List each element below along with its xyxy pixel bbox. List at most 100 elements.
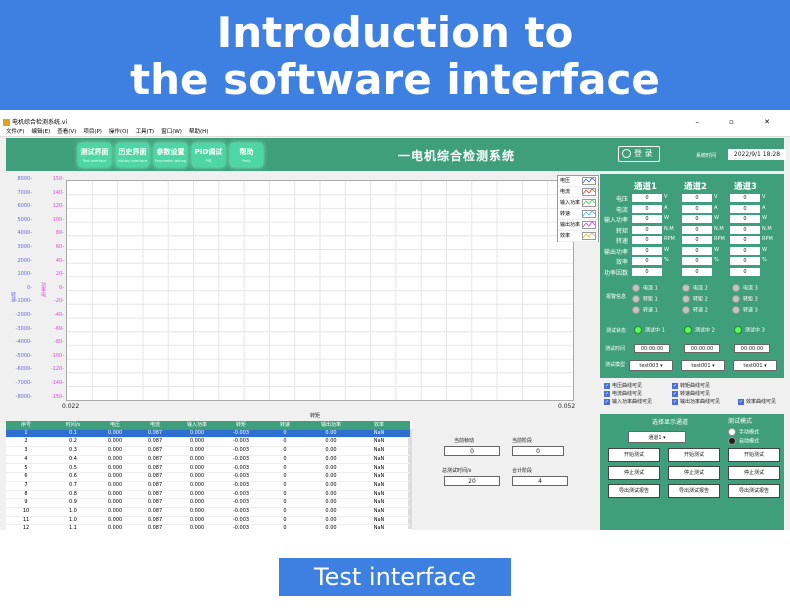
test-state-text: 测试中 2 [695, 327, 715, 334]
table-cell: 0.000 [107, 438, 123, 445]
radio-manual[interactable]: 手动模式 [728, 428, 759, 436]
curve-checkbox[interactable]: ✓ 输出功率曲线可见 [672, 398, 720, 405]
y-tick-left: 2000- [17, 257, 32, 264]
nav-button-4[interactable]: 帮助 Help [230, 143, 263, 167]
table-cell: 0 [283, 464, 287, 471]
table-row[interactable]: 11 1.0 0.000 0.087 0.000 -0.003 0 0.00 NaN [6, 517, 410, 526]
table-cell: 0.2 [69, 438, 77, 445]
param-value-ch2: 0 [682, 257, 712, 265]
radio-auto[interactable]: 自动模式 [728, 437, 759, 445]
table-row[interactable]: 10 1.0 0.000 0.087 0.000 -0.003 0 0.00 NaN [6, 508, 410, 517]
table-cell: NaN [373, 508, 385, 514]
curve-checkbox[interactable]: ✓ 输入功率曲线可见 [604, 398, 652, 405]
table-cell: NaN [373, 490, 385, 497]
y-tick-left: 5000- [17, 216, 32, 223]
legend-item: 输入功率 [558, 198, 598, 209]
table-row[interactable]: 4 0.4 0.000 0.087 0.000 -0.003 0 0.00 NaN [6, 456, 410, 465]
menu-item[interactable]: 项目(P) [83, 129, 102, 135]
table-row[interactable]: 5 0.5 0.000 0.087 0.000 -0.003 0 0.00 NaN [6, 465, 410, 474]
nav-button-0[interactable]: 测试界面 Test interface [78, 143, 111, 167]
table-cell: 9 [24, 499, 28, 506]
table-row[interactable]: 8 0.8 0.000 0.087 0.000 -0.003 0 0.00 NaN [6, 491, 410, 500]
param-unit: RPM [762, 236, 773, 242]
alarm-led [732, 295, 740, 303]
curve-checkbox[interactable]: ✓ 效率曲线可见 [738, 398, 776, 405]
alarm-led [632, 306, 640, 314]
test-model-select[interactable]: test001 ▾ [733, 360, 777, 371]
window-controls[interactable]: – ▫ ✕ [695, 117, 784, 128]
table-row[interactable]: 12 1.1 0.000 0.087 0.000 -0.003 0 0.00 NaN [6, 525, 410, 530]
action-button[interactable]: 开始测试 [668, 448, 720, 462]
table-row[interactable]: 3 0.3 0.000 0.087 0.000 -0.003 0 0.00 NaN [6, 447, 410, 456]
caption-test-interface: Test interface [279, 558, 511, 596]
column-header: 输入功率 [186, 422, 207, 428]
action-button[interactable]: 导出测试报告 [608, 484, 660, 498]
menu-item[interactable]: 编辑(E) [31, 129, 50, 135]
alarm-indicator: 电流 2 [682, 284, 708, 292]
param-unit: W [664, 246, 669, 253]
table-cell: -0.003 [232, 508, 250, 514]
menu-item[interactable]: 窗口(W) [161, 129, 182, 135]
menu-item[interactable]: 文件(F) [6, 129, 24, 135]
table-cell: 5 [24, 464, 28, 471]
legend-swatch [582, 221, 596, 229]
alarm-indicator: 转速 3 [732, 306, 758, 314]
total-time-field[interactable]: 20 [444, 476, 500, 486]
alarm-label: 转速 2 [693, 307, 708, 314]
action-button[interactable]: 导出测试报告 [728, 484, 780, 498]
table-cell: -0.003 [232, 447, 250, 454]
alarm-label: 转矩 1 [643, 296, 658, 303]
test-model-select[interactable]: test003 ▾ [629, 360, 673, 371]
plot-area[interactable] [66, 180, 574, 401]
table-cell: 0.00 [325, 473, 337, 480]
action-button[interactable]: 停止测试 [728, 466, 780, 480]
total-stage-field[interactable]: 4 [512, 476, 568, 486]
current-load-label: 当前帧动 [454, 438, 475, 444]
table-cell: -0.003 [232, 525, 250, 530]
curve-checkbox[interactable]: ✓ 电流曲线可见 [604, 390, 642, 397]
test-model-select[interactable]: test001 ▾ [681, 360, 725, 371]
table-cell: 0.000 [107, 464, 123, 471]
curve-checkbox[interactable]: ✓ 转矩曲线可见 [672, 382, 710, 389]
nav-button-2[interactable]: 参数设置 Parameter setting [154, 143, 187, 167]
test-time-display: 00:00:00 [634, 344, 670, 353]
table-row[interactable]: 7 0.7 0.000 0.087 0.000 -0.003 0 0.00 NaN [6, 482, 410, 491]
channel-select[interactable]: 通道1 ▾ [628, 431, 686, 443]
menu-item[interactable]: 帮助(H) [189, 129, 208, 135]
table-cell: -0.003 [232, 490, 250, 497]
table-row[interactable]: 6 0.6 0.000 0.087 0.000 -0.003 0 0.00 NaN [6, 473, 410, 482]
menu-item[interactable]: 查看(V) [57, 129, 76, 135]
menu-item[interactable]: 操作(O) [109, 129, 129, 135]
param-value-ch3: 0 [730, 267, 760, 276]
curve-checkbox[interactable]: ✓ 转速曲线可见 [672, 390, 710, 397]
legend-item: 电流 [558, 187, 598, 198]
app-header: 测试界面 Test interface 历史界面 History interface 参… [6, 138, 786, 171]
y-tick-left: 4000- [17, 230, 32, 237]
param-value-ch1: 0 [632, 215, 662, 223]
y-tick-right: -20- [54, 298, 64, 305]
action-button[interactable]: 开始测试 [728, 448, 780, 462]
table-cell: 2 [24, 438, 28, 445]
nav-button-1[interactable]: 历史界面 History interface [116, 143, 149, 167]
alarm-indicator: 转速 1 [632, 306, 658, 314]
param-unit: V [664, 194, 668, 200]
action-button[interactable]: 开始测试 [608, 448, 660, 462]
table-row[interactable]: 1 0.1 0.000 0.087 0.000 -0.003 0 0.00 NaN [6, 429, 410, 439]
curve-checkbox[interactable]: ✓ 电压曲线可见 [604, 382, 642, 389]
action-button[interactable]: 停止测试 [668, 466, 720, 480]
param-value-ch1: 0 [632, 225, 662, 234]
table-row[interactable]: 9 0.9 0.000 0.087 0.000 -0.003 0 0.00 NaN [6, 499, 410, 508]
test-mode-label: 测试模式 [727, 418, 752, 425]
table-cell: 0.087 [147, 429, 163, 436]
param-label: 电流 [615, 206, 628, 214]
table-cell: 0.6 [69, 473, 77, 480]
table-row[interactable]: 2 0.2 0.000 0.087 0.000 -0.003 0 0.00 NaN [6, 438, 410, 448]
y-tick-right: -40- [54, 312, 64, 318]
menu-item[interactable]: 工具(T) [136, 129, 155, 135]
action-button[interactable]: 停止测试 [608, 466, 660, 480]
table-cell: 0.087 [147, 438, 163, 445]
login-button[interactable]: 登 录 [618, 146, 660, 162]
nav-button-3[interactable]: PID调试 PID [192, 143, 225, 167]
channel-1-header: 通道1 [634, 182, 657, 192]
action-button[interactable]: 导出测试报告 [668, 484, 720, 498]
